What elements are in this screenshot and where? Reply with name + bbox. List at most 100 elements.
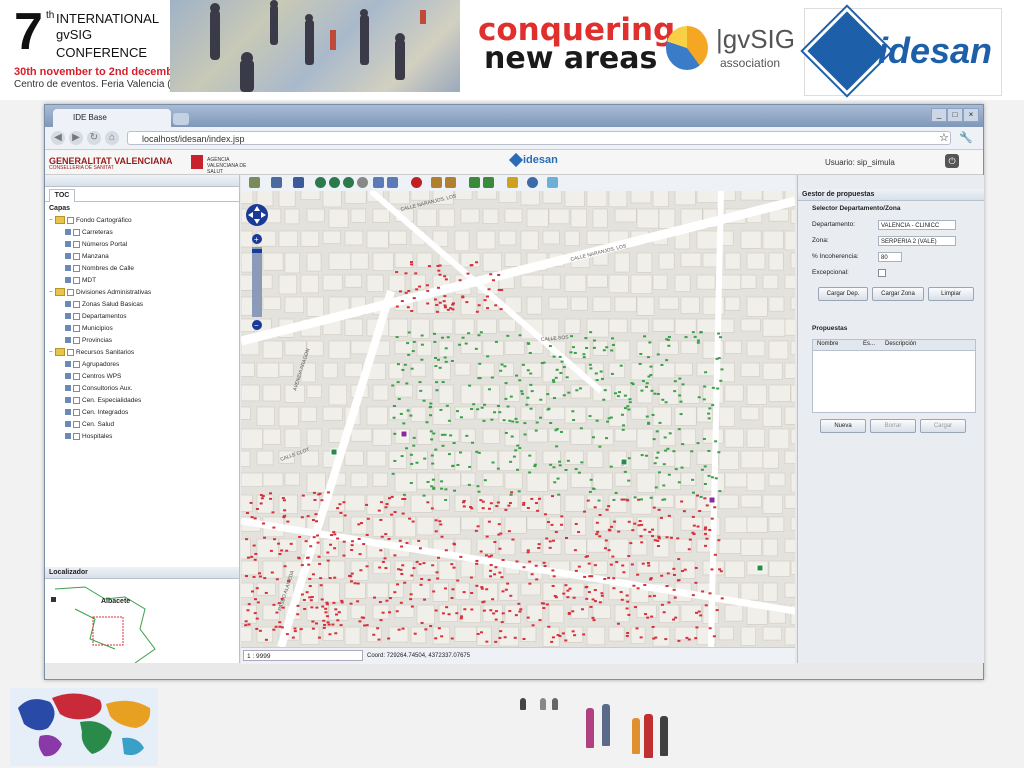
layer-checkbox[interactable] — [73, 384, 80, 392]
map-nav-control[interactable]: + − — [245, 197, 269, 337]
layer-item[interactable]: Centros WPS — [65, 371, 121, 383]
tool-print-icon[interactable] — [271, 177, 282, 188]
browser-tab[interactable]: IDE Base — [53, 109, 171, 127]
layer-checkbox[interactable] — [67, 288, 74, 296]
layer-checkbox[interactable] — [73, 408, 80, 416]
layer-item[interactable]: Provincias — [65, 335, 112, 347]
tab-toc[interactable]: TOC — [49, 189, 75, 202]
layer-group[interactable]: − Recursos Sanitarios — [49, 347, 134, 359]
tool-bird-icon[interactable] — [547, 177, 558, 188]
layer-item[interactable]: Departamentos — [65, 311, 126, 323]
tool-select-icon[interactable] — [431, 177, 442, 188]
layer-checkbox[interactable] — [73, 276, 80, 284]
col-description[interactable]: Descripción — [885, 341, 916, 347]
layer-icon — [65, 397, 71, 404]
layer-item[interactable]: Cen. Integrados — [65, 407, 128, 419]
reload-icon[interactable]: ↻ — [87, 131, 101, 145]
zoom-out-icon[interactable] — [343, 177, 354, 188]
layer-checkbox[interactable] — [73, 336, 80, 344]
incoherence-input[interactable]: 80 — [878, 252, 902, 262]
forward-icon[interactable]: ▶ — [69, 131, 83, 145]
map-canvas[interactable]: CALLE NARANJOS, LOS CALLE NARANJOS, LOS CA… — [241, 191, 795, 647]
home-icon[interactable]: ⌂ — [105, 131, 119, 145]
people-group — [582, 700, 682, 766]
load-proposal-button[interactable]: Cargar — [920, 419, 966, 433]
layer-checkbox[interactable] — [73, 360, 80, 368]
layer-item[interactable]: Manzana — [65, 251, 109, 263]
layer-checkbox[interactable] — [73, 396, 80, 404]
layer-icon — [65, 385, 71, 392]
layer-checkbox[interactable] — [67, 348, 74, 356]
layer-checkbox[interactable] — [73, 372, 80, 380]
layer-checkbox[interactable] — [73, 240, 80, 248]
tool-layer-icon[interactable] — [469, 177, 480, 188]
layer-item-label: MDT — [82, 277, 97, 284]
layer-item[interactable]: MDT — [65, 275, 96, 287]
new-tab-button[interactable] — [173, 113, 189, 125]
layer-group[interactable]: − Fondo Cartográfico — [49, 215, 132, 227]
previous-view-icon[interactable] — [373, 177, 384, 188]
bookmark-star-icon[interactable]: ☆ — [939, 131, 949, 144]
exceptional-checkbox[interactable] — [878, 269, 886, 277]
wrench-icon[interactable]: 🔧 — [959, 131, 973, 144]
info-icon[interactable] — [411, 177, 422, 188]
pan-hand-icon[interactable] — [357, 177, 368, 188]
layer-item[interactable]: Agrupadores — [65, 359, 119, 371]
maximize-button[interactable]: □ — [947, 108, 963, 122]
url-input[interactable]: localhost/idesan/index.jsp — [127, 131, 951, 145]
logout-icon[interactable]: ⏻ — [945, 154, 959, 168]
load-department-button[interactable]: Cargar Dep. — [818, 287, 868, 301]
new-proposal-button[interactable]: Nueva — [820, 419, 866, 433]
tool-globe-icon[interactable] — [527, 177, 538, 188]
load-zone-button[interactable]: Cargar Zona — [872, 287, 924, 301]
close-button[interactable]: × — [963, 108, 979, 122]
tool-select2-icon[interactable] — [445, 177, 456, 188]
layer-item[interactable]: Carreteras — [65, 227, 113, 239]
department-select[interactable]: VALENCIA - CLINICC — [878, 220, 956, 230]
layer-item[interactable]: Cen. Salud — [65, 419, 114, 431]
zoom-in-icon[interactable] — [329, 177, 340, 188]
layer-item[interactable]: Municipios — [65, 323, 113, 335]
zoom-extent-icon[interactable] — [315, 177, 326, 188]
minimize-button[interactable]: _ — [931, 108, 947, 122]
layer-item[interactable]: Nombres de Calle — [65, 263, 134, 275]
layer-group[interactable]: − Divisiones Administrativas — [49, 287, 151, 299]
selector-title[interactable]: Selector Departamento/Zona — [812, 205, 901, 212]
layer-checkbox[interactable] — [73, 432, 80, 440]
back-icon[interactable]: ◀ — [51, 131, 65, 145]
layer-item[interactable]: Números Portal — [65, 239, 127, 251]
locator-map[interactable]: Albacete — [45, 579, 239, 664]
folder-icon — [55, 288, 65, 297]
map-statusbar: 1 : 9999 Coord: 729264.74504, 4372337.07… — [241, 647, 795, 664]
layer-checkbox[interactable] — [73, 228, 80, 236]
layer-item[interactable]: Zonas Salud Basicas — [65, 299, 143, 311]
layer-checkbox[interactable] — [73, 264, 80, 272]
layer-checkbox[interactable] — [73, 312, 80, 320]
layer-item[interactable]: Hospitales — [65, 431, 112, 443]
next-view-icon[interactable] — [387, 177, 398, 188]
layer-checkbox[interactable] — [73, 420, 80, 428]
clear-button[interactable]: Limpiar — [928, 287, 974, 301]
org-sub: CONSELLERIA DE SANITAT — [49, 165, 114, 171]
locator-map-drawing: Albacete — [51, 586, 156, 664]
proposals-title[interactable]: Propuestas — [812, 325, 847, 332]
tool-export-icon[interactable] — [483, 177, 494, 188]
col-name[interactable]: Nombre — [817, 341, 838, 347]
tool-save-icon[interactable] — [293, 177, 304, 188]
zone-select[interactable]: SERPERIA 2 (VALE) — [878, 236, 956, 246]
layer-icon — [65, 277, 71, 284]
layer-checkbox[interactable] — [73, 324, 80, 332]
layer-checkbox[interactable] — [67, 216, 74, 224]
health-centre-marker — [620, 458, 628, 466]
tool-measure-icon[interactable] — [249, 177, 260, 188]
layer-checkbox[interactable] — [73, 252, 80, 260]
layer-item[interactable]: Cen. Especialidades — [65, 395, 141, 407]
layer-checkbox[interactable] — [73, 300, 80, 308]
tool-chart-icon[interactable] — [507, 177, 518, 188]
layer-icon — [65, 325, 71, 332]
scale-select[interactable]: 1 : 9999 — [243, 650, 363, 661]
layer-item[interactable]: Consultorios Aux. — [65, 383, 133, 395]
layer-icon — [65, 433, 71, 440]
col-state[interactable]: Es... — [863, 341, 875, 347]
delete-proposal-button[interactable]: Borrar — [870, 419, 916, 433]
